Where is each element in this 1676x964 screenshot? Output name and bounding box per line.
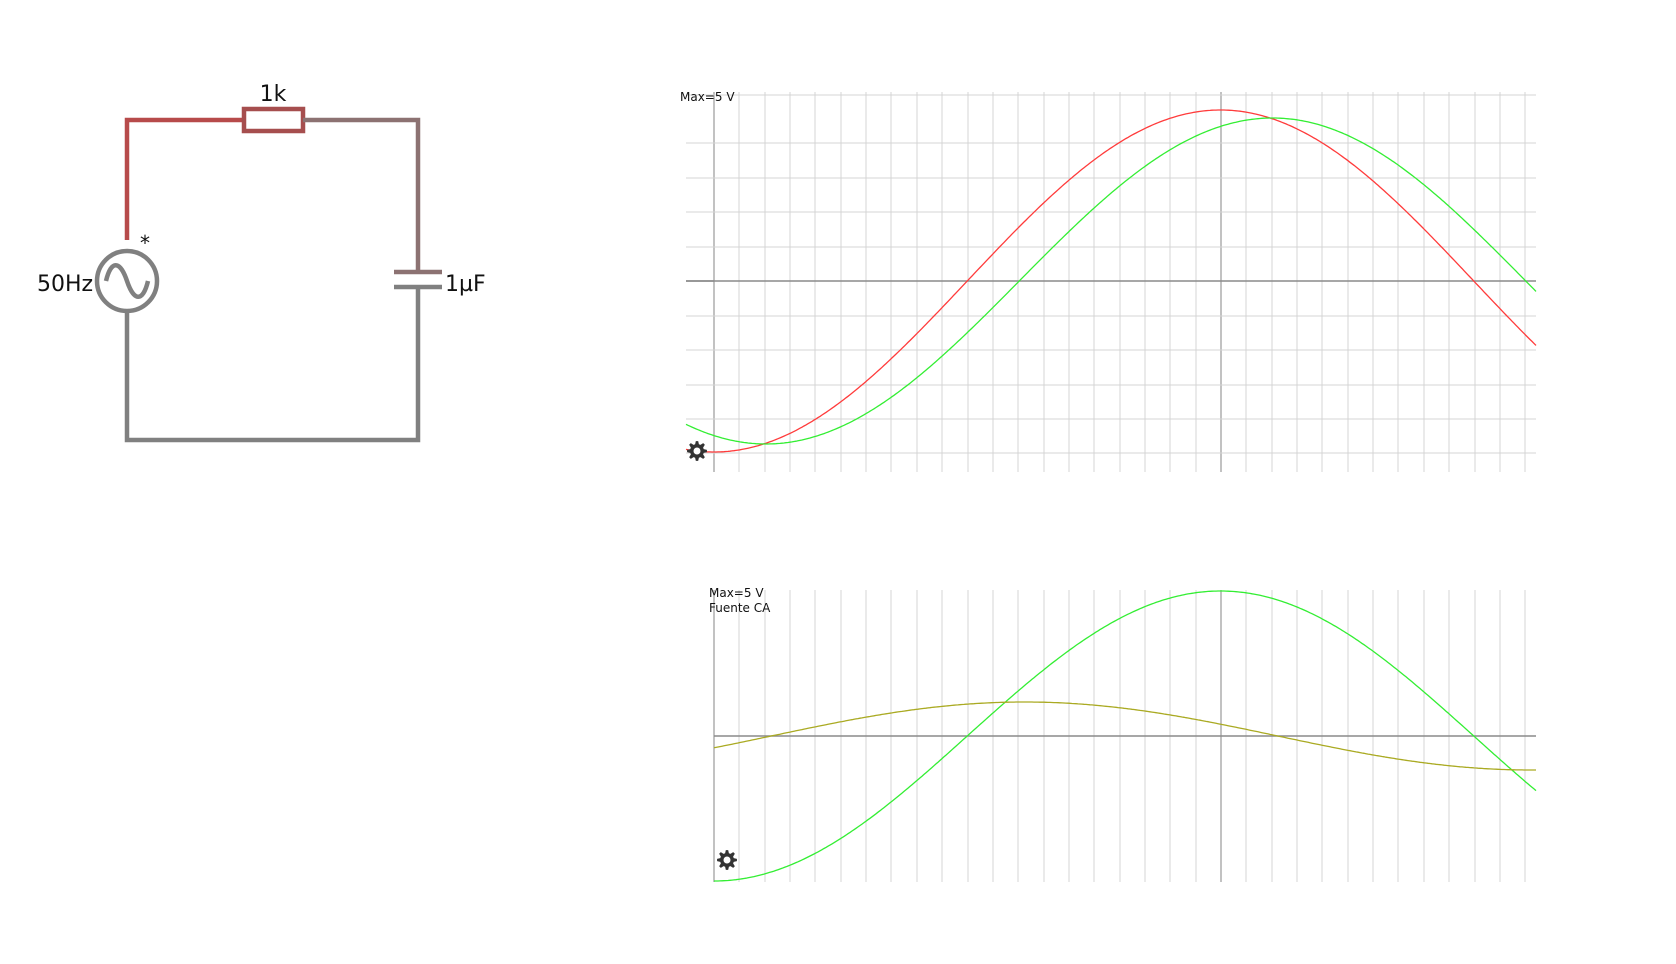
scope-2-max-label: Max=5 V <box>709 586 764 600</box>
gear-icon[interactable] <box>687 441 707 461</box>
circuit[interactable]: 1k 1µF 50Hz * <box>37 82 486 443</box>
source-polarity-marker: * <box>140 231 150 255</box>
scope-1-grid <box>686 92 1536 472</box>
resistor-1k[interactable] <box>241 106 306 134</box>
wire-source-to-resistor[interactable] <box>124 117 244 240</box>
scope-2[interactable]: Max=5 V Fuente CA <box>709 586 1537 882</box>
wire-resistor-to-capacitor[interactable] <box>303 117 421 272</box>
simulator-canvas[interactable]: 1k 1µF 50Hz * Max=5 V Max=5 V Fuente CA <box>0 0 1676 964</box>
gear-icon[interactable] <box>717 850 737 870</box>
scope-2-grid <box>713 590 1536 882</box>
scope-1[interactable]: Max=5 V <box>680 90 1537 472</box>
source-label: 50Hz <box>37 272 93 297</box>
sine-icon <box>103 263 151 299</box>
wire-capacitor-to-source[interactable] <box>124 287 421 443</box>
resistor-label: 1k <box>260 82 287 107</box>
scope-1-max-label: Max=5 V <box>680 90 735 104</box>
scope-2-name-label: Fuente CA <box>709 601 771 615</box>
capacitor-label: 1µF <box>445 272 486 297</box>
